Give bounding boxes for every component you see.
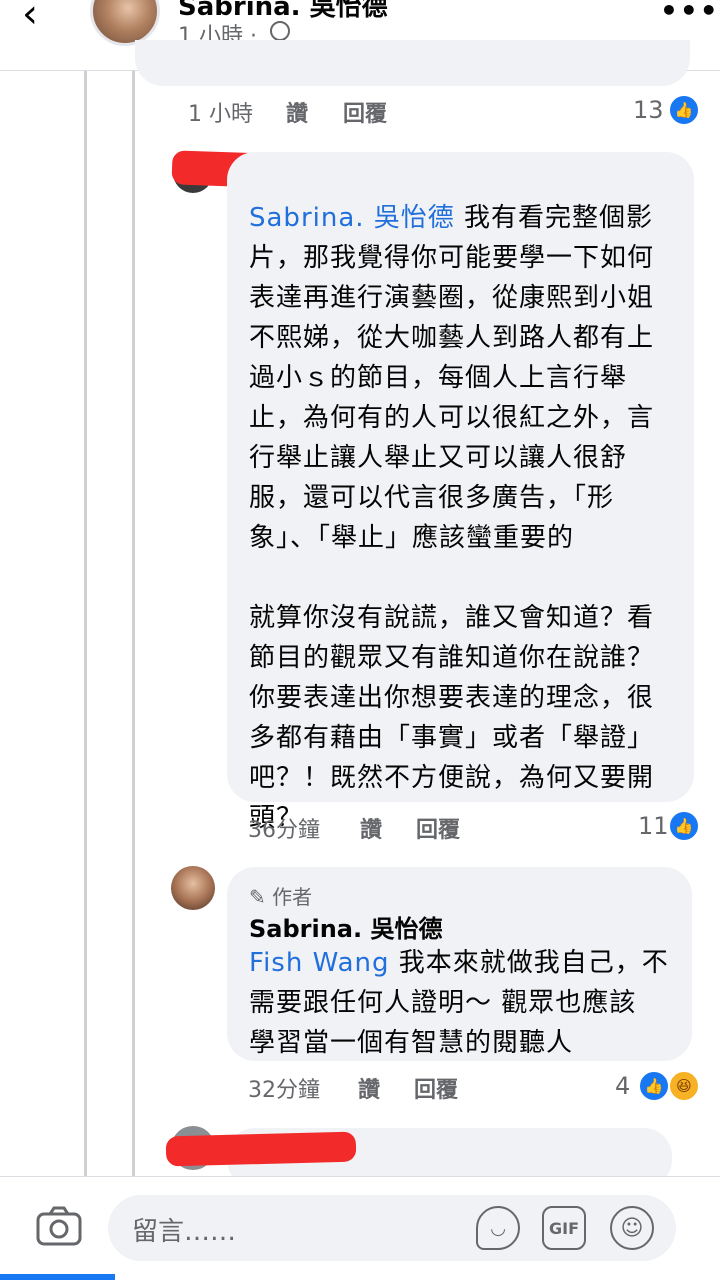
- redaction-mark: [165, 1131, 357, 1167]
- more-icon[interactable]: •••: [660, 0, 720, 27]
- comment-time: 1 小時: [188, 102, 253, 127]
- like-button[interactable]: 讚: [358, 1072, 380, 1104]
- input-placeholder: 留言……: [132, 1217, 237, 1247]
- like-reaction-icon: 👍: [668, 810, 700, 842]
- like-button[interactable]: 讚: [360, 812, 382, 844]
- comment-text: Sabrina. 吳怡德 我有看完整個影 片，那我覺得你可能要學一下如何 表達再…: [249, 203, 655, 833]
- globe-icon: [270, 21, 290, 41]
- comment-text: Fish Wang 我本來就做我自己，不 需要跟任何人證明～ 觀眾也應該 學習當…: [249, 948, 669, 1058]
- like-button[interactable]: 讚: [286, 96, 308, 128]
- reaction-count[interactable]: 11: [638, 812, 669, 840]
- thread-line: [84, 71, 87, 1176]
- reaction-count[interactable]: 4: [615, 1072, 630, 1100]
- sticker-icon[interactable]: ◡: [476, 1206, 520, 1250]
- comment-time: 32分鐘: [248, 1078, 320, 1103]
- comment-time: 36分鐘: [248, 818, 320, 843]
- like-reaction-icon: 👍: [668, 94, 700, 126]
- comment-bubble: Sabrina. 吳怡德 我有看完整個影 片，那我覺得你可能要學一下如何 表達再…: [227, 152, 694, 833]
- mention-link[interactable]: Sabrina. 吳怡德: [249, 203, 455, 233]
- back-arrow-icon[interactable]: ‹: [22, 0, 62, 34]
- reply-button[interactable]: 回覆: [416, 812, 460, 844]
- gif-button[interactable]: GIF: [542, 1206, 586, 1250]
- comment-author[interactable]: Sabrina. 吳怡德: [249, 909, 442, 944]
- thread-line: [132, 71, 135, 1176]
- previous-comment-bubble: [135, 40, 690, 86]
- tab-indicator: [0, 1274, 115, 1280]
- reply-button[interactable]: 回覆: [343, 96, 387, 128]
- pencil-icon: ✎: [249, 885, 266, 909]
- reaction-count[interactable]: 13: [633, 96, 664, 124]
- camera-icon[interactable]: [36, 1206, 82, 1246]
- avatar[interactable]: [171, 866, 215, 910]
- comment-bubble: ✎ 作者 Sabrina. 吳怡德 Fish Wang 我本來就做我自己，不 需…: [227, 867, 692, 1061]
- author-badge: ✎ 作者: [249, 885, 313, 909]
- haha-reaction-icon: 😆: [668, 1070, 700, 1102]
- reply-button[interactable]: 回覆: [414, 1072, 458, 1104]
- emoji-icon[interactable]: ☺: [610, 1206, 654, 1250]
- like-reaction-icon: 👍: [638, 1070, 670, 1102]
- mention-link[interactable]: Fish Wang: [249, 948, 390, 978]
